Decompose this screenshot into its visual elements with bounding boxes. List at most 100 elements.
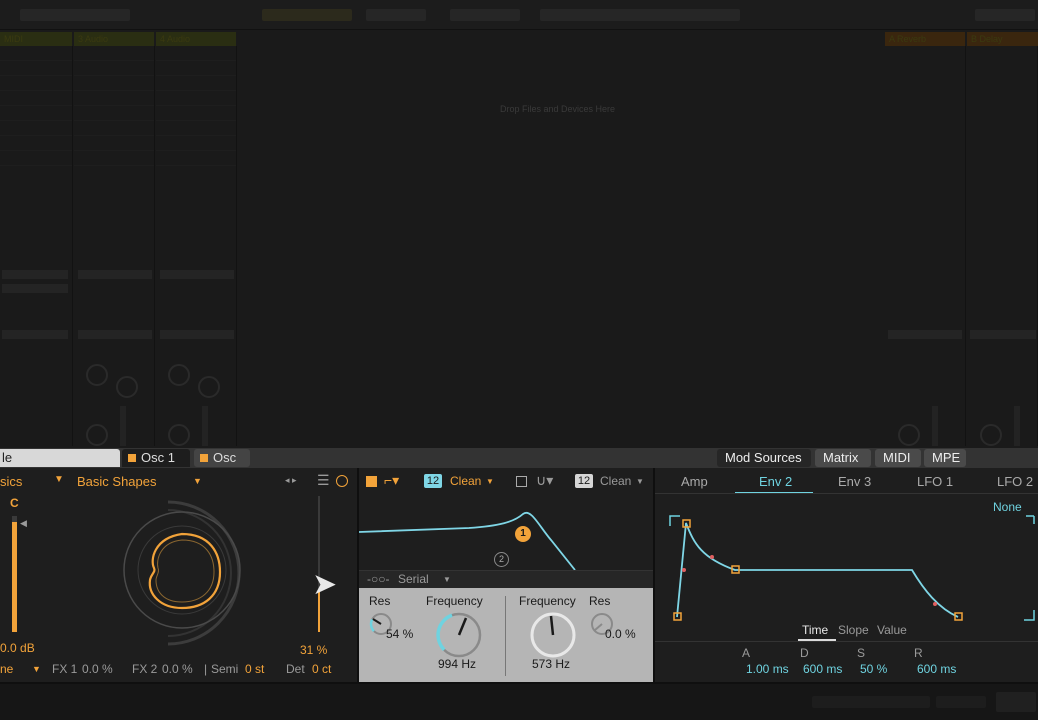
view-toggles[interactable] — [975, 9, 1035, 21]
metronome-controls[interactable] — [262, 9, 352, 21]
view-mode-slope[interactable]: Slope — [838, 623, 869, 637]
sustain-value[interactable]: 50 % — [860, 662, 887, 676]
gain-marker-icon: ◀ — [20, 518, 27, 528]
f1-freq-value[interactable]: 994 Hz — [438, 657, 476, 671]
pan-knob[interactable] — [168, 424, 190, 446]
return-column-a[interactable] — [885, 46, 966, 446]
chevron-down-icon[interactable]: ▼ — [443, 575, 451, 584]
midi-to[interactable] — [2, 330, 68, 339]
release-value[interactable]: 600 ms — [917, 662, 956, 676]
status-field[interactable] — [812, 696, 930, 708]
view-mode-time[interactable]: Time — [802, 623, 828, 637]
tempo-controls[interactable] — [20, 9, 130, 21]
gain-slider[interactable] — [12, 516, 17, 632]
send-knob[interactable] — [116, 376, 138, 398]
attack-value[interactable]: 1.00 ms — [746, 662, 789, 676]
filter2-toggle[interactable] — [516, 476, 527, 487]
fx1-value[interactable]: 0.0 % — [82, 662, 113, 676]
filter1-node[interactable]: 1 — [515, 526, 531, 542]
device-title-tab[interactable]: le — [0, 449, 120, 467]
wavetable-display[interactable] — [110, 498, 250, 648]
return-header-a[interactable]: A Reverb — [885, 32, 965, 46]
f1-res-value[interactable]: 54 % — [386, 627, 413, 641]
mod-tab-lfo-2[interactable]: LFO 2 — [997, 474, 1033, 489]
f1-freq-knob[interactable] — [432, 608, 486, 662]
loop-controls[interactable] — [540, 9, 740, 21]
f2-freq-knob[interactable] — [526, 608, 580, 662]
wavetable-category[interactable]: sics — [0, 474, 22, 489]
clip-column-audio-3[interactable] — [74, 46, 155, 446]
send-knob[interactable] — [168, 364, 190, 386]
audio3-from[interactable] — [78, 270, 152, 279]
tab-osc-1[interactable]: Osc 1 — [122, 449, 190, 467]
track-header-audio-3[interactable]: 3 Audio — [74, 32, 154, 46]
pan-knob[interactable] — [86, 424, 108, 446]
return-header-b[interactable]: B Delay — [967, 32, 1038, 46]
audio4-to[interactable] — [160, 330, 234, 339]
bandpass-shape-icon[interactable]: ∪▾ — [536, 472, 553, 489]
chevron-down-icon[interactable]: ▼ — [636, 477, 644, 486]
tab-midi[interactable]: MIDI — [875, 449, 921, 467]
midi-channel[interactable] — [2, 284, 68, 293]
divider — [655, 641, 1038, 642]
mod-target[interactable]: None — [993, 500, 1022, 514]
clip-column-audio-4[interactable] — [156, 46, 237, 446]
chevron-down-icon[interactable]: ▼ — [486, 477, 494, 486]
decay-value[interactable]: 600 ms — [803, 662, 842, 676]
mod-tab-env-3[interactable]: Env 3 — [838, 474, 871, 489]
wavetable-select[interactable]: Basic Shapes — [77, 474, 157, 489]
semi-value[interactable]: 0 st — [245, 662, 264, 676]
fx2-value[interactable]: 0.0 % — [162, 662, 193, 676]
effect-mode-select[interactable]: ne — [0, 662, 13, 676]
filter1-slope[interactable]: 12 — [424, 474, 442, 488]
mod-tab-lfo-1[interactable]: LFO 1 — [917, 474, 953, 489]
tab-mpe[interactable]: MPE — [924, 449, 966, 467]
mod-tab-env-2[interactable]: Env 2 — [759, 474, 792, 489]
filter2-slope[interactable]: 12 — [575, 474, 593, 488]
gain-value[interactable]: 0.0 dB — [0, 641, 35, 655]
chevron-down-icon[interactable]: ▼ — [32, 664, 41, 674]
arrangement-record[interactable] — [450, 9, 520, 21]
send-knob[interactable] — [86, 364, 108, 386]
return-b-to[interactable] — [970, 330, 1036, 339]
status-field[interactable] — [936, 696, 986, 708]
envelope-display[interactable] — [668, 514, 1038, 626]
play-stop-record[interactable] — [366, 9, 426, 21]
pan-knob[interactable] — [898, 424, 920, 446]
osc2-toggle-icon[interactable] — [200, 454, 208, 462]
f2-freq-value[interactable]: 573 Hz — [532, 657, 570, 671]
f2-res-value[interactable]: 0.0 % — [605, 627, 636, 641]
position-slider[interactable] — [318, 496, 320, 632]
list-view-icon[interactable]: ☰ — [317, 472, 330, 489]
prev-next-arrows-icon[interactable]: ◂ ▸ — [285, 475, 297, 486]
chevron-down-icon[interactable]: ▼ — [54, 474, 64, 485]
circle-view-icon[interactable] — [336, 475, 348, 487]
audio4-from[interactable] — [160, 270, 234, 279]
midi-from[interactable] — [2, 270, 68, 279]
det-value[interactable]: 0 ct — [312, 662, 331, 676]
view-mode-value[interactable]: Value — [877, 623, 907, 637]
tab-matrix[interactable]: Matrix — [815, 449, 871, 467]
clip-column-midi[interactable] — [0, 46, 73, 446]
filter-params-divider — [505, 596, 506, 676]
filter2-circuit[interactable]: Clean — [600, 474, 631, 488]
tab-osc-2[interactable]: Osc 2 — [194, 449, 250, 483]
return-column-b[interactable] — [967, 46, 1038, 446]
pan-knob[interactable] — [980, 424, 1002, 446]
filter1-circuit[interactable]: Clean — [450, 474, 481, 488]
filter1-toggle[interactable] — [366, 476, 377, 487]
send-knob[interactable] — [198, 376, 220, 398]
track-header-audio-4[interactable]: 4 Audio — [156, 32, 236, 46]
filter2-node[interactable]: 2 — [494, 552, 509, 567]
lowpass-shape-icon[interactable]: ⌐▾ — [384, 472, 399, 489]
return-a-to[interactable] — [888, 330, 962, 339]
position-value[interactable]: 31 % — [300, 643, 327, 657]
mod-tab-amp[interactable]: Amp — [681, 474, 708, 489]
track-header-midi[interactable]: MIDI — [0, 32, 72, 46]
routing-select[interactable]: Serial — [398, 572, 429, 586]
chevron-down-icon[interactable]: ▼ — [193, 476, 202, 486]
status-field[interactable] — [996, 692, 1036, 712]
osc1-toggle-icon[interactable] — [128, 454, 136, 462]
tab-mod-sources[interactable]: Mod Sources — [717, 449, 811, 467]
audio3-to[interactable] — [78, 330, 152, 339]
